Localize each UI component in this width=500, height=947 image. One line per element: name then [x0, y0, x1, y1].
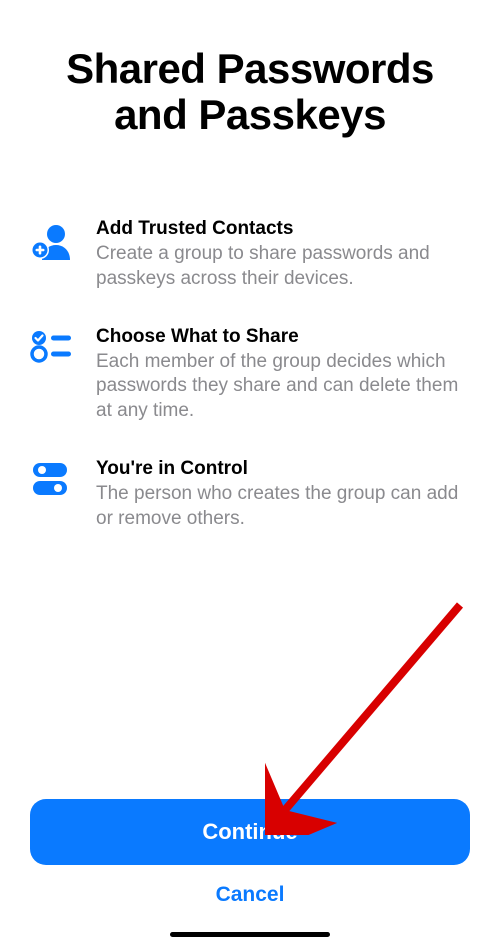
toggles-icon	[30, 458, 82, 498]
feature-in-control: You're in Control The person who creates…	[30, 458, 470, 531]
feature-heading: You're in Control	[96, 458, 470, 480]
continue-button[interactable]: Continue	[30, 799, 470, 865]
feature-list: Add Trusted Contacts Create a group to s…	[30, 218, 470, 565]
feature-heading: Choose What to Share	[96, 326, 470, 348]
feature-choose-share: Choose What to Share Each member of the …	[30, 326, 470, 424]
action-buttons: Continue Cancel	[30, 799, 470, 947]
checklist-icon	[30, 326, 82, 364]
feature-description: Create a group to share passwords and pa…	[96, 242, 470, 291]
feature-description: Each member of the group decides which p…	[96, 350, 470, 424]
add-person-icon	[30, 218, 82, 260]
page-title: Shared Passwords and Passkeys	[30, 46, 470, 138]
feature-description: The person who creates the group can add…	[96, 482, 470, 531]
cancel-button[interactable]: Cancel	[30, 865, 470, 909]
feature-heading: Add Trusted Contacts	[96, 218, 470, 240]
home-indicator	[170, 932, 330, 937]
feature-add-contacts: Add Trusted Contacts Create a group to s…	[30, 218, 470, 291]
